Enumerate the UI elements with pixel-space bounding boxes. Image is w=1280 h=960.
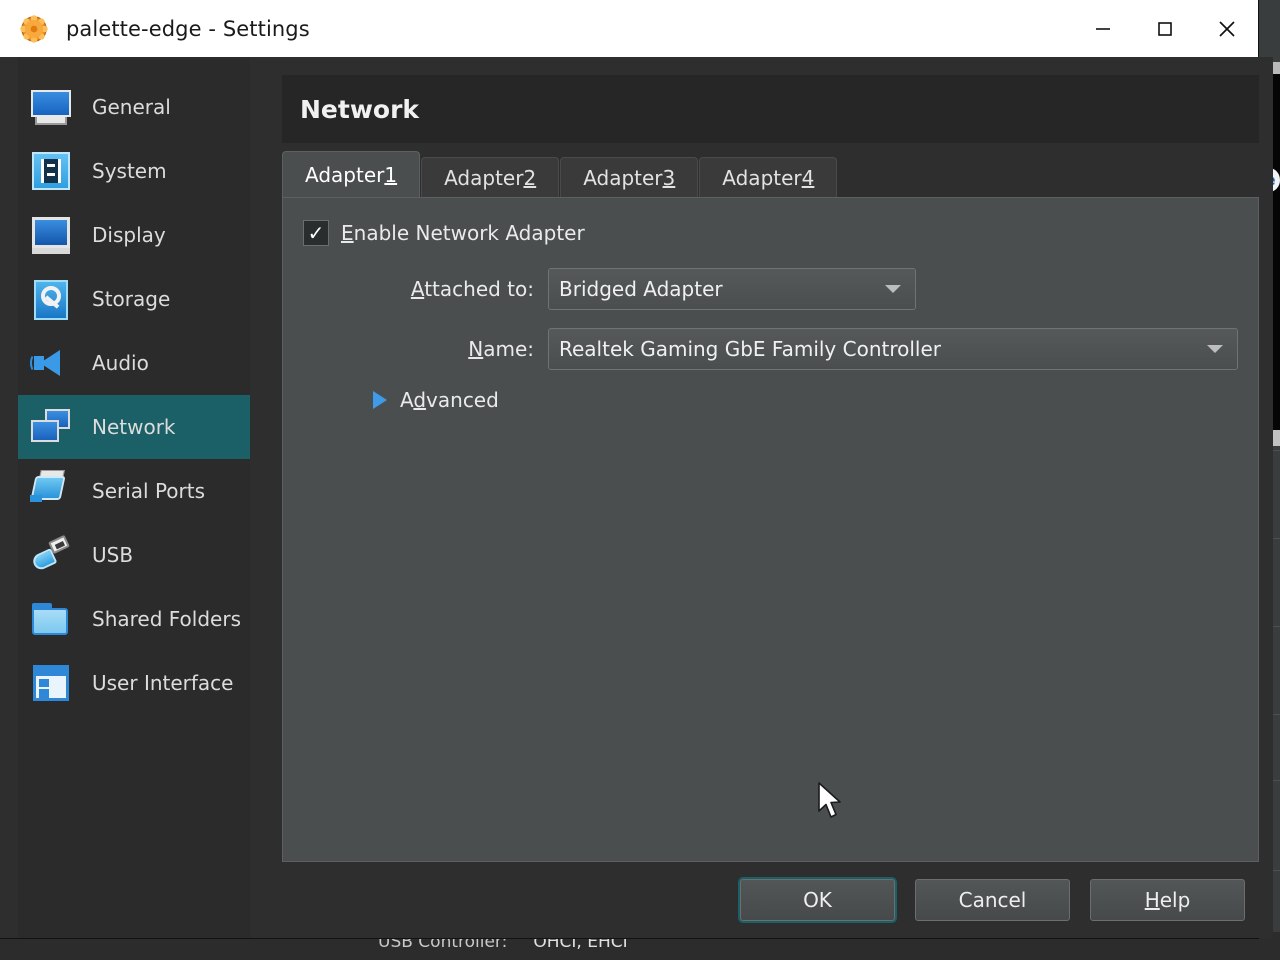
- settings-window: palette-edge - Settings General System D…: [0, 0, 1273, 938]
- monitor-icon: [28, 84, 74, 130]
- cancel-label: Cancel: [958, 888, 1027, 912]
- tab-label: Adapter: [583, 165, 663, 190]
- label-mnemonic: N: [468, 337, 484, 361]
- chevron-down-icon: [1207, 345, 1223, 353]
- page-title: Network: [300, 94, 420, 124]
- tab-adapter-1[interactable]: Adapter 1: [282, 151, 421, 197]
- sidebar-item-label: User Interface: [92, 671, 234, 695]
- chip-icon: [28, 148, 74, 194]
- enable-network-adapter-checkbox[interactable]: ✓: [303, 220, 329, 246]
- settings-content: Network Adapter 1 Adapter 2 Adapter 3 Ad…: [250, 57, 1273, 938]
- speaker-icon: [28, 340, 74, 386]
- sidebar-item-label: Network: [92, 415, 176, 439]
- sidebar-item-label: General: [92, 95, 171, 119]
- label-text: vanced: [426, 388, 499, 412]
- tab-adapter-4[interactable]: Adapter 4: [699, 157, 838, 197]
- tab-label: Adapter: [444, 165, 524, 190]
- settings-sidebar: General System Display Storage Audio Net…: [18, 57, 250, 938]
- window-controls: [1072, 0, 1258, 57]
- name-dropdown[interactable]: Realtek Gaming GbE Family Controller: [548, 328, 1238, 370]
- maximize-button[interactable]: [1134, 0, 1196, 57]
- ok-label: OK: [803, 888, 832, 912]
- adapter-tabs: Adapter 1 Adapter 2 Adapter 3 Adapter 4: [282, 151, 1259, 197]
- label-text: nable Network Adapter: [353, 221, 585, 245]
- ok-button[interactable]: OK: [740, 879, 895, 921]
- serial-port-icon: [28, 468, 74, 514]
- tab-mnemonic: 4: [801, 165, 815, 190]
- page-header: Network: [282, 75, 1259, 143]
- adapter-1-panel: ✓ Enable Network Adapter Attached to: Br…: [282, 197, 1259, 862]
- harddisk-icon: [28, 276, 74, 322]
- sidebar-item-user-interface[interactable]: User Interface: [18, 651, 250, 715]
- tab-label: Adapter: [305, 162, 385, 187]
- tab-mnemonic: 2: [523, 165, 537, 190]
- label-mnemonic: d: [413, 388, 427, 412]
- sidebar-item-label: System: [92, 159, 167, 183]
- attached-to-value: Bridged Adapter: [559, 277, 723, 301]
- attached-to-dropdown[interactable]: Bridged Adapter: [548, 268, 916, 310]
- label-mnemonic: A: [410, 277, 425, 301]
- dialog-footer: OK Cancel Help: [250, 862, 1273, 938]
- attached-to-label: Attached to:: [303, 277, 548, 301]
- window-body: General System Display Storage Audio Net…: [0, 57, 1273, 938]
- display-icon: [28, 212, 74, 258]
- check-icon: ✓: [307, 221, 325, 245]
- usb-icon: [28, 532, 74, 578]
- chevron-down-icon: [885, 285, 901, 293]
- tab-label: Adapter: [722, 165, 802, 190]
- name-label: Name:: [303, 337, 548, 361]
- tab-mnemonic: 1: [384, 162, 398, 187]
- help-label: Help: [1145, 888, 1191, 912]
- triangle-right-icon: [373, 391, 387, 409]
- name-value: Realtek Gaming GbE Family Controller: [559, 337, 942, 361]
- sidebar-item-serial-ports[interactable]: Serial Ports: [18, 459, 250, 523]
- sidebar-item-label: Display: [92, 223, 166, 247]
- window-title: palette-edge - Settings: [66, 16, 310, 41]
- attached-to-row: Attached to: Bridged Adapter: [303, 268, 1238, 310]
- label-text: ame:: [483, 337, 534, 361]
- advanced-label: Advanced: [400, 388, 499, 412]
- sidebar-item-storage[interactable]: Storage: [18, 267, 250, 331]
- tab-adapter-3[interactable]: Adapter 3: [560, 157, 699, 197]
- name-row: Name: Realtek Gaming GbE Family Controll…: [303, 328, 1238, 370]
- minimize-button[interactable]: [1072, 0, 1134, 57]
- tab-adapter-2[interactable]: Adapter 2: [421, 157, 560, 197]
- label-text: ttached to:: [424, 277, 534, 301]
- folder-icon: [28, 596, 74, 642]
- cancel-button[interactable]: Cancel: [915, 879, 1070, 921]
- help-button[interactable]: Help: [1090, 879, 1245, 921]
- sidebar-item-display[interactable]: Display: [18, 203, 250, 267]
- close-button[interactable]: [1196, 0, 1258, 57]
- enable-network-adapter-row[interactable]: ✓ Enable Network Adapter: [303, 220, 1238, 246]
- sidebar-item-label: Shared Folders: [92, 607, 241, 631]
- sidebar-item-label: Audio: [92, 351, 149, 375]
- sidebar-item-shared-folders[interactable]: Shared Folders: [18, 587, 250, 651]
- sidebar-item-audio[interactable]: Audio: [18, 331, 250, 395]
- label-mnemonic: H: [1144, 888, 1160, 912]
- virtualbox-icon: [20, 14, 48, 43]
- sidebar-item-label: Serial Ports: [92, 479, 206, 503]
- advanced-toggle[interactable]: Advanced: [303, 388, 1238, 412]
- enable-network-adapter-label: Enable Network Adapter: [341, 221, 585, 245]
- sidebar-item-label: USB: [92, 543, 134, 567]
- sidebar-item-label: Storage: [92, 287, 171, 311]
- network-icon: [28, 404, 74, 450]
- label-text-pre: A: [400, 388, 414, 412]
- sidebar-item-general[interactable]: General: [18, 75, 250, 139]
- tab-mnemonic: 3: [662, 165, 676, 190]
- mouse-cursor: [816, 781, 846, 823]
- sidebar-item-system[interactable]: System: [18, 139, 250, 203]
- user-interface-icon: [28, 660, 74, 706]
- label-text: elp: [1159, 888, 1191, 912]
- window-titlebar[interactable]: palette-edge - Settings: [0, 0, 1258, 57]
- label-mnemonic: E: [341, 221, 354, 245]
- sidebar-item-usb[interactable]: USB: [18, 523, 250, 587]
- sidebar-item-network[interactable]: Network: [18, 395, 250, 459]
